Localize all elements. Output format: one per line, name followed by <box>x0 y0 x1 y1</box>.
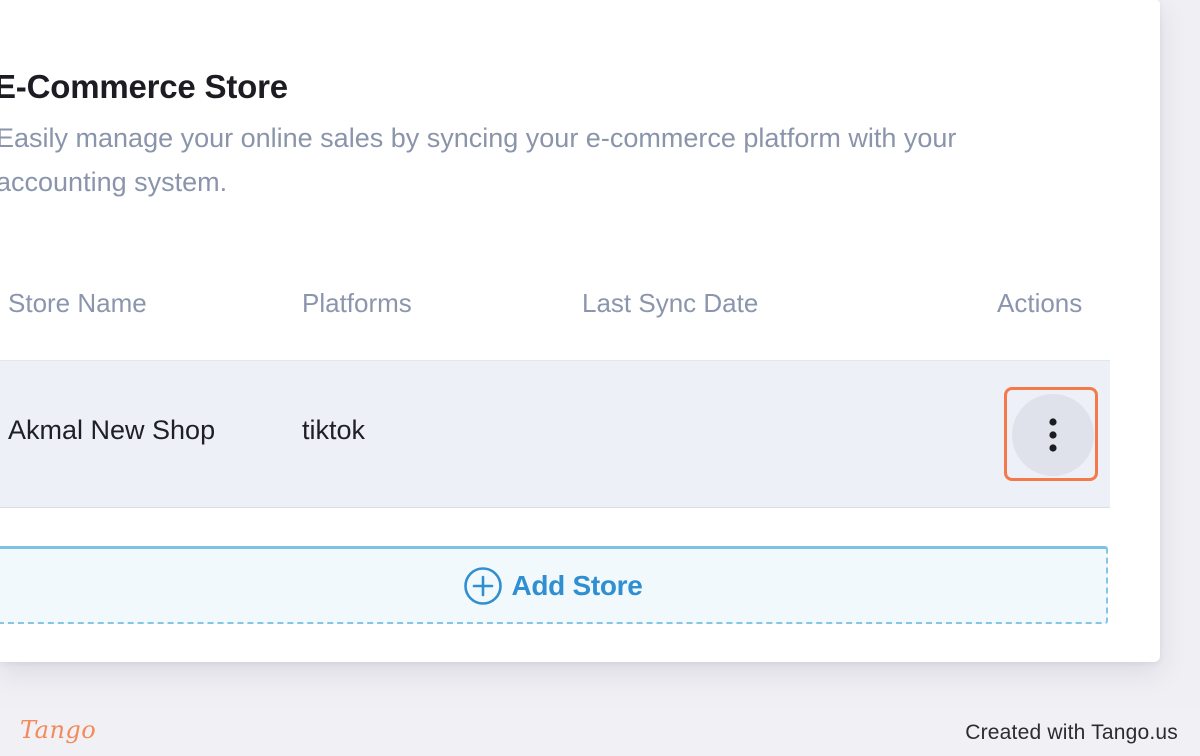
column-header-store-name: Store Name <box>8 288 147 318</box>
section-title: E-Commerce Store <box>0 68 288 105</box>
created-with-credit: Created with Tango.us <box>965 721 1178 744</box>
more-vertical-icon <box>1049 418 1057 452</box>
table-header-row: Store Name Platforms Last Sync Date Acti… <box>0 260 1110 361</box>
stores-table: Store Name Platforms Last Sync Date Acti… <box>0 260 1110 508</box>
row-actions-button[interactable] <box>1012 394 1094 476</box>
platform-cell: tiktok <box>302 415 366 445</box>
column-header-actions: Actions <box>997 288 1083 318</box>
section-description: Easily manage your online sales by synci… <box>0 123 957 197</box>
store-name-cell: Akmal New Shop <box>8 415 216 445</box>
add-store-button[interactable]: Add Store <box>0 546 1108 624</box>
table-row: Akmal New Shop tiktok <box>0 361 1110 508</box>
plus-circle-icon <box>464 566 503 605</box>
ecommerce-store-card: E-Commerce Store Easily manage your onli… <box>0 0 1160 662</box>
column-header-platforms: Platforms <box>302 288 412 318</box>
add-store-label: Add Store <box>511 569 643 601</box>
tango-logo: Tango <box>20 716 97 744</box>
tango-footer: Tango Created with Tango.us <box>0 710 1200 756</box>
screenshot-stage: E-Commerce Store Easily manage your onli… <box>0 0 1200 756</box>
column-header-last-sync-date: Last Sync Date <box>582 288 759 318</box>
